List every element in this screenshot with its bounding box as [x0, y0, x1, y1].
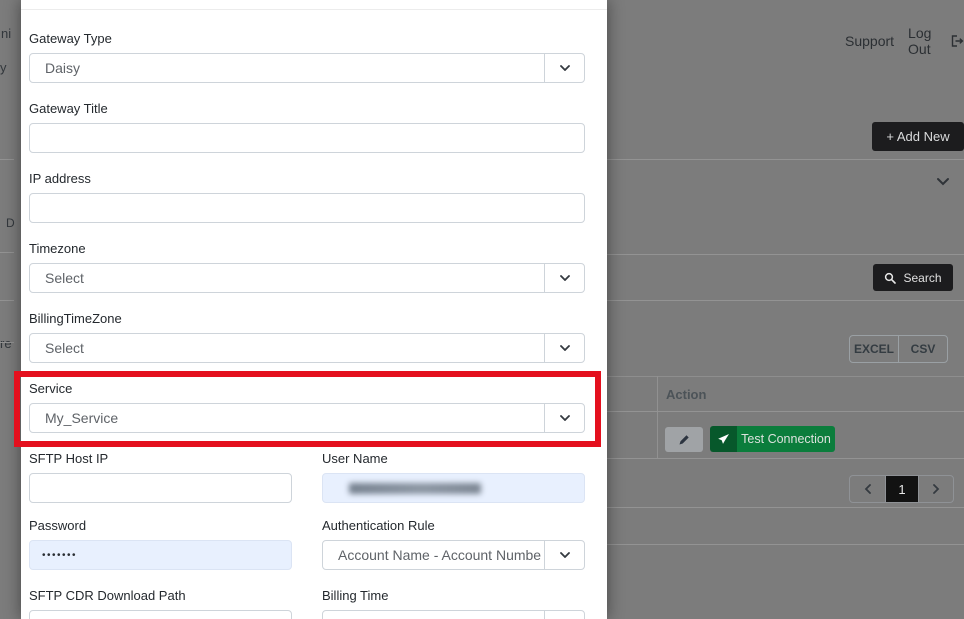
support-link[interactable]: Support: [845, 33, 894, 49]
authentication-rule-value: Account Name - Account Number: [323, 541, 542, 569]
topbar: Support Log Out: [845, 25, 964, 57]
field-row: Password Authentication Rule Account Nam…: [29, 518, 585, 570]
billing-timezone-label: BillingTimeZone: [29, 311, 585, 327]
test-connection-button[interactable]: Test Connection: [710, 426, 835, 452]
gateway-title-label: Gateway Title: [29, 101, 585, 117]
field-row: SFTP Host IP User Name: [29, 451, 585, 503]
prev-page-button[interactable]: [850, 476, 885, 502]
next-page-button[interactable]: [918, 476, 953, 502]
timezone-select[interactable]: Select: [29, 263, 585, 293]
chevron-down-icon: [544, 54, 584, 82]
test-connection-label: Test Connection: [737, 426, 835, 452]
divider: [0, 300, 14, 301]
divider: [0, 342, 14, 343]
table-column-divider: [657, 376, 658, 458]
gateway-type-select[interactable]: Daisy: [29, 53, 585, 83]
authentication-rule-select[interactable]: Account Name - Account Number: [322, 540, 585, 570]
service-value: My_Service: [30, 404, 542, 432]
modal-body: Gateway Type Daisy Gateway Title IP addr…: [21, 10, 607, 619]
sidebar-text-fragment: re: [0, 336, 12, 351]
field-gateway-title: Gateway Title: [29, 101, 585, 153]
timezone-value: Select: [30, 264, 542, 292]
ip-address-label: IP address: [29, 171, 585, 187]
table-row-border: [607, 458, 964, 459]
sftp-cdr-path-label: SFTP CDR Download Path: [29, 588, 292, 604]
chevron-down-icon: [544, 264, 584, 292]
timezone-label: Timezone: [29, 241, 585, 257]
gateway-title-input[interactable]: [29, 123, 585, 153]
divider: [607, 254, 964, 255]
field-authentication-rule: Authentication Rule Account Name - Accou…: [322, 518, 585, 570]
divider: [607, 300, 964, 301]
search-button[interactable]: Search: [873, 264, 953, 291]
chevron-down-icon[interactable]: [936, 173, 950, 191]
edit-button[interactable]: [665, 427, 703, 452]
sftp-host-ip-label: SFTP Host IP: [29, 451, 292, 467]
excel-button[interactable]: EXCEL: [850, 336, 898, 362]
csv-button[interactable]: CSV: [898, 336, 947, 362]
divider: [0, 159, 14, 160]
ip-address-input[interactable]: [29, 193, 585, 223]
sftp-cdr-path-input[interactable]: [29, 610, 292, 619]
chevron-down-icon: [544, 611, 584, 619]
field-gateway-type: Gateway Type Daisy: [29, 31, 585, 83]
divider: [0, 252, 14, 253]
billing-time-label: Billing Time: [322, 588, 585, 604]
chevron-left-icon: [864, 484, 872, 494]
pencil-icon: [678, 433, 691, 446]
chevron-down-icon: [544, 541, 584, 569]
sidebar-text-fragment: ni: [1, 26, 11, 41]
add-new-label: + Add New: [886, 129, 949, 144]
password-label: Password: [29, 518, 292, 534]
field-row: SFTP CDR Download Path Billing Time: [29, 588, 585, 619]
divider: [607, 507, 964, 508]
search-label: Search: [903, 271, 941, 285]
sftp-host-ip-input[interactable]: [29, 473, 292, 503]
billing-timezone-value: Select: [30, 334, 542, 362]
page: ni y D re Support Log Out + Add New: [0, 0, 964, 619]
user-name-redacted-value: [349, 483, 481, 494]
divider: [607, 159, 964, 160]
logout-label: Log Out: [908, 25, 945, 57]
gateway-type-value: Daisy: [30, 54, 542, 82]
chevron-down-icon: [544, 404, 584, 432]
field-sftp-cdr-path: SFTP CDR Download Path: [29, 588, 292, 619]
billing-timezone-select[interactable]: Select: [29, 333, 585, 363]
field-sftp-host-ip: SFTP Host IP: [29, 451, 292, 503]
password-input[interactable]: [29, 540, 292, 570]
gateway-settings-modal: Gateway Type Daisy Gateway Title IP addr…: [21, 0, 607, 619]
field-timezone: Timezone Select: [29, 241, 585, 293]
table-header-border: [607, 411, 964, 412]
chevron-down-icon: [544, 334, 584, 362]
add-new-button[interactable]: + Add New: [872, 122, 964, 151]
service-select[interactable]: My_Service: [29, 403, 585, 433]
gateway-type-label: Gateway Type: [29, 31, 585, 47]
authentication-rule-label: Authentication Rule: [322, 518, 585, 534]
sidebar-text-fragment: y: [0, 60, 7, 75]
search-icon: [884, 272, 896, 284]
field-password: Password: [29, 518, 292, 570]
field-billing-timezone: BillingTimeZone Select: [29, 311, 585, 363]
divider: [607, 544, 964, 545]
logout-link[interactable]: Log Out: [908, 25, 964, 57]
table-top-border: [607, 376, 964, 377]
field-service: Service My_Service: [29, 381, 585, 433]
service-label: Service: [29, 381, 585, 397]
field-ip-address: IP address: [29, 171, 585, 223]
action-column-header: Action: [666, 387, 706, 402]
field-billing-time: Billing Time: [322, 588, 585, 619]
export-button-group: EXCEL CSV: [849, 335, 948, 363]
billing-time-select[interactable]: [322, 610, 585, 619]
pagination: 1: [849, 475, 954, 503]
user-name-label: User Name: [322, 451, 585, 467]
current-page-button[interactable]: 1: [885, 476, 918, 502]
field-user-name: User Name: [322, 451, 585, 503]
logout-icon: [950, 34, 964, 48]
user-name-input[interactable]: [322, 473, 585, 503]
sidebar-text-fragment: D: [6, 216, 15, 230]
rocket-icon: [710, 426, 737, 452]
modal-header: [21, 0, 607, 10]
chevron-right-icon: [932, 484, 940, 494]
